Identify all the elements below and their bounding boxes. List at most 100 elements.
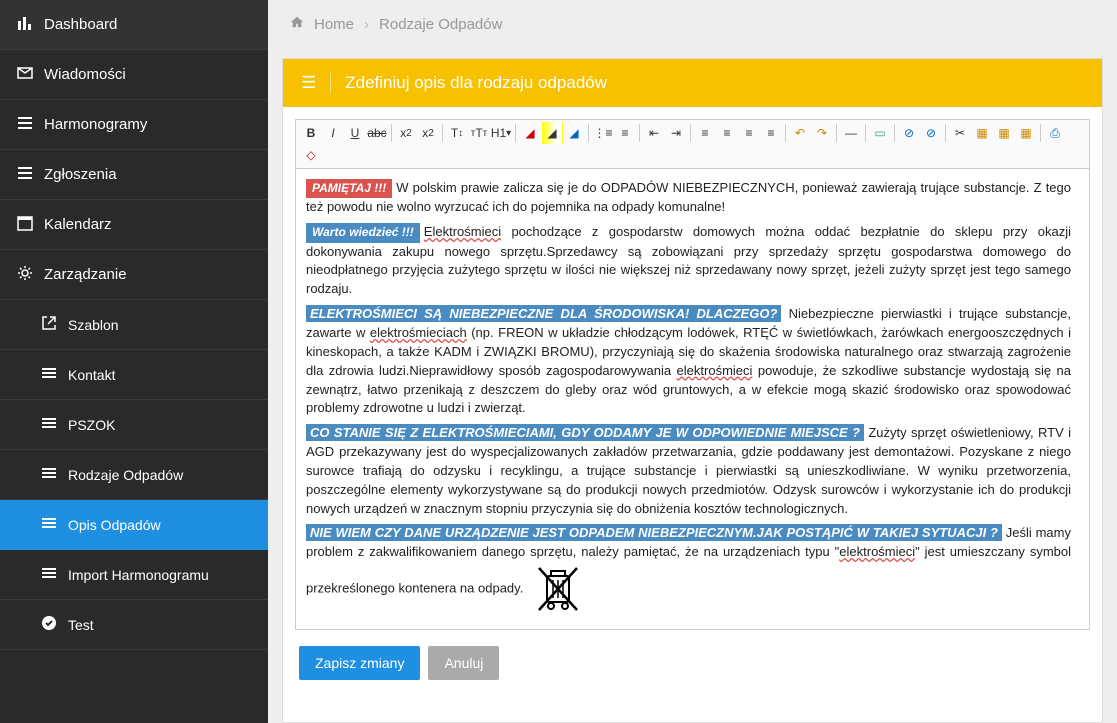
sidebar-item-label: Kalendarz xyxy=(44,216,112,233)
sidebar-item-label: Kontakt xyxy=(68,367,115,383)
panel-header: ☰ Zdefiniuj opis dla rodzaju odpadów xyxy=(283,59,1102,107)
source-button[interactable]: ◇ xyxy=(300,144,322,166)
highlight-heading: CO STANIE SIĘ Z ELEKTROŚMIECIAMI, GDY OD… xyxy=(306,424,864,441)
paste-text-button[interactable]: ▦ xyxy=(1015,122,1037,144)
strike-button[interactable]: abc xyxy=(366,122,388,144)
sidebar-item-pszok[interactable]: PSZOK xyxy=(0,400,268,450)
list-icon xyxy=(16,115,34,135)
sidebar-item-label: Test xyxy=(68,617,94,633)
sidebar-item-label: PSZOK xyxy=(68,417,115,433)
editor-text: pochodzące z gospodarstw domowych można … xyxy=(306,224,1071,296)
bg-color-button[interactable]: ◢ xyxy=(541,122,563,144)
image-button[interactable]: ▭ xyxy=(869,122,891,144)
external-icon xyxy=(40,315,58,334)
font-color-button[interactable]: ◢ xyxy=(519,122,541,144)
heading-button[interactable]: H1▾ xyxy=(490,122,512,144)
copy-button[interactable]: ▦ xyxy=(971,122,993,144)
badge-know: Warto wiedzieć !!! xyxy=(306,223,420,242)
panel-title: Zdefiniuj opis dla rodzaju odpadów xyxy=(345,73,607,93)
align-center-button[interactable]: ≡ xyxy=(716,122,738,144)
align-left-button[interactable]: ≡ xyxy=(694,122,716,144)
cancel-button[interactable]: Anuluj xyxy=(428,646,499,680)
calendar-icon xyxy=(16,215,34,235)
editor-toolbar: B I U abc x2 x2 T↕ тTт H1▾ ◢ ◢ ◢ ⋮≡ xyxy=(295,119,1090,169)
sidebar-item-calendar[interactable]: Kalendarz xyxy=(0,200,268,250)
crossed-bin-icon xyxy=(531,562,585,616)
menu-icon: ☰ xyxy=(301,73,316,93)
sidebar-item-label: Opis Odpadów xyxy=(68,517,161,533)
list-icon xyxy=(40,515,58,534)
editor-text: W polskim prawie zalicza się je do ODPAD… xyxy=(306,180,1071,214)
hr-button[interactable]: — xyxy=(840,122,862,144)
sidebar-item-messages[interactable]: Wiadomości xyxy=(0,50,268,100)
link-button[interactable]: ⊘ xyxy=(898,122,920,144)
editor-text: elektrośmieciach xyxy=(370,325,467,340)
sidebar-item-label: Szablon xyxy=(68,317,119,333)
sidebar-item-label: Harmonogramy xyxy=(44,116,147,133)
clear-format-button[interactable]: ◢ xyxy=(563,122,585,144)
panel: ☰ Zdefiniuj opis dla rodzaju odpadów B I… xyxy=(282,58,1103,723)
breadcrumb-home[interactable]: Home xyxy=(314,16,354,33)
editor-text: elektrośmieci xyxy=(839,544,915,559)
home-icon xyxy=(290,15,304,33)
sidebar-item-contact[interactable]: Kontakt xyxy=(0,350,268,400)
indent-button[interactable]: ⇥ xyxy=(665,122,687,144)
sidebar-item-dashboard[interactable]: Dashboard xyxy=(0,0,268,50)
editor-text: Elektrośmieci xyxy=(424,224,501,239)
sidebar-item-label: Rodzaje Odpadów xyxy=(68,467,183,483)
sidebar-item-schedules[interactable]: Harmonogramy xyxy=(0,100,268,150)
sidebar-item-management[interactable]: Zarządzanie xyxy=(0,250,268,300)
sidebar-item-waste-types[interactable]: Rodzaje Odpadów xyxy=(0,450,268,500)
subscript-button[interactable]: x2 xyxy=(395,122,417,144)
print-button[interactable]: ⎙ xyxy=(1044,122,1066,144)
highlight-heading: ELEKTROŚMIECI SĄ NIEBEZPIECZNE DLA ŚRODO… xyxy=(306,305,781,322)
paste-button[interactable]: ▦ xyxy=(993,122,1015,144)
sidebar-item-waste-desc[interactable]: Opis Odpadów xyxy=(0,500,268,550)
sidebar-item-label: Dashboard xyxy=(44,16,117,33)
rich-text-editor[interactable]: PAMIĘTAJ !!!W polskim prawie zalicza się… xyxy=(296,169,1089,629)
list-icon xyxy=(40,365,58,384)
sidebar-item-import[interactable]: Import Harmonogramu xyxy=(0,550,268,600)
underline-button[interactable]: U xyxy=(344,122,366,144)
redo-button[interactable]: ↷ xyxy=(811,122,833,144)
button-row: Zapisz zmiany Anuluj xyxy=(295,646,1090,680)
check-icon xyxy=(40,615,58,634)
panel-body: B I U abc x2 x2 T↕ тTт H1▾ ◢ ◢ ◢ ⋮≡ xyxy=(283,107,1102,722)
sidebar: Dashboard Wiadomości Harmonogramy Zgłosz… xyxy=(0,0,268,723)
sidebar-item-reports[interactable]: Zgłoszenia xyxy=(0,150,268,200)
editor-wrap: PAMIĘTAJ !!!W polskim prawie zalicza się… xyxy=(295,169,1090,630)
align-right-button[interactable]: ≡ xyxy=(738,122,760,144)
breadcrumb: Home › Rodzaje Odpadów xyxy=(268,0,1117,48)
bold-button[interactable]: B xyxy=(300,122,322,144)
badge-remember: PAMIĘTAJ !!! xyxy=(306,179,392,198)
cut-button[interactable]: ✂ xyxy=(949,122,971,144)
align-justify-button[interactable]: ≡ xyxy=(760,122,782,144)
gear-icon xyxy=(16,265,34,285)
sidebar-item-label: Import Harmonogramu xyxy=(68,567,209,583)
sidebar-item-label: Zgłoszenia xyxy=(44,166,117,183)
list-icon xyxy=(40,465,58,484)
editor-text: elektrośmieci xyxy=(677,363,753,378)
sidebar-item-test[interactable]: Test xyxy=(0,600,268,650)
undo-button[interactable]: ↶ xyxy=(789,122,811,144)
breadcrumb-current: Rodzaje Odpadów xyxy=(379,16,502,33)
list-icon xyxy=(40,415,58,434)
envelope-icon xyxy=(16,65,34,85)
save-button[interactable]: Zapisz zmiany xyxy=(299,646,420,680)
outdent-button[interactable]: ⇤ xyxy=(643,122,665,144)
font-size-button[interactable]: T↕ xyxy=(446,122,468,144)
bar-chart-icon xyxy=(16,15,34,35)
list-icon xyxy=(16,165,34,185)
ol-button[interactable]: ≡ xyxy=(614,122,636,144)
ul-button[interactable]: ⋮≡ xyxy=(592,122,614,144)
list-icon xyxy=(40,565,58,584)
main-area: Home › Rodzaje Odpadów ☰ Zdefiniuj opis … xyxy=(268,0,1117,723)
sidebar-item-label: Wiadomości xyxy=(44,66,126,83)
unlink-button[interactable]: ⊘ xyxy=(920,122,942,144)
highlight-heading: NIE WIEM CZY DANE URZĄDZENIE JEST ODPADE… xyxy=(306,524,1002,541)
sidebar-item-template[interactable]: Szablon xyxy=(0,300,268,350)
italic-button[interactable]: I xyxy=(322,122,344,144)
superscript-button[interactable]: x2 xyxy=(417,122,439,144)
sidebar-item-label: Zarządzanie xyxy=(44,266,127,283)
font-shrink-button[interactable]: тTт xyxy=(468,122,490,144)
